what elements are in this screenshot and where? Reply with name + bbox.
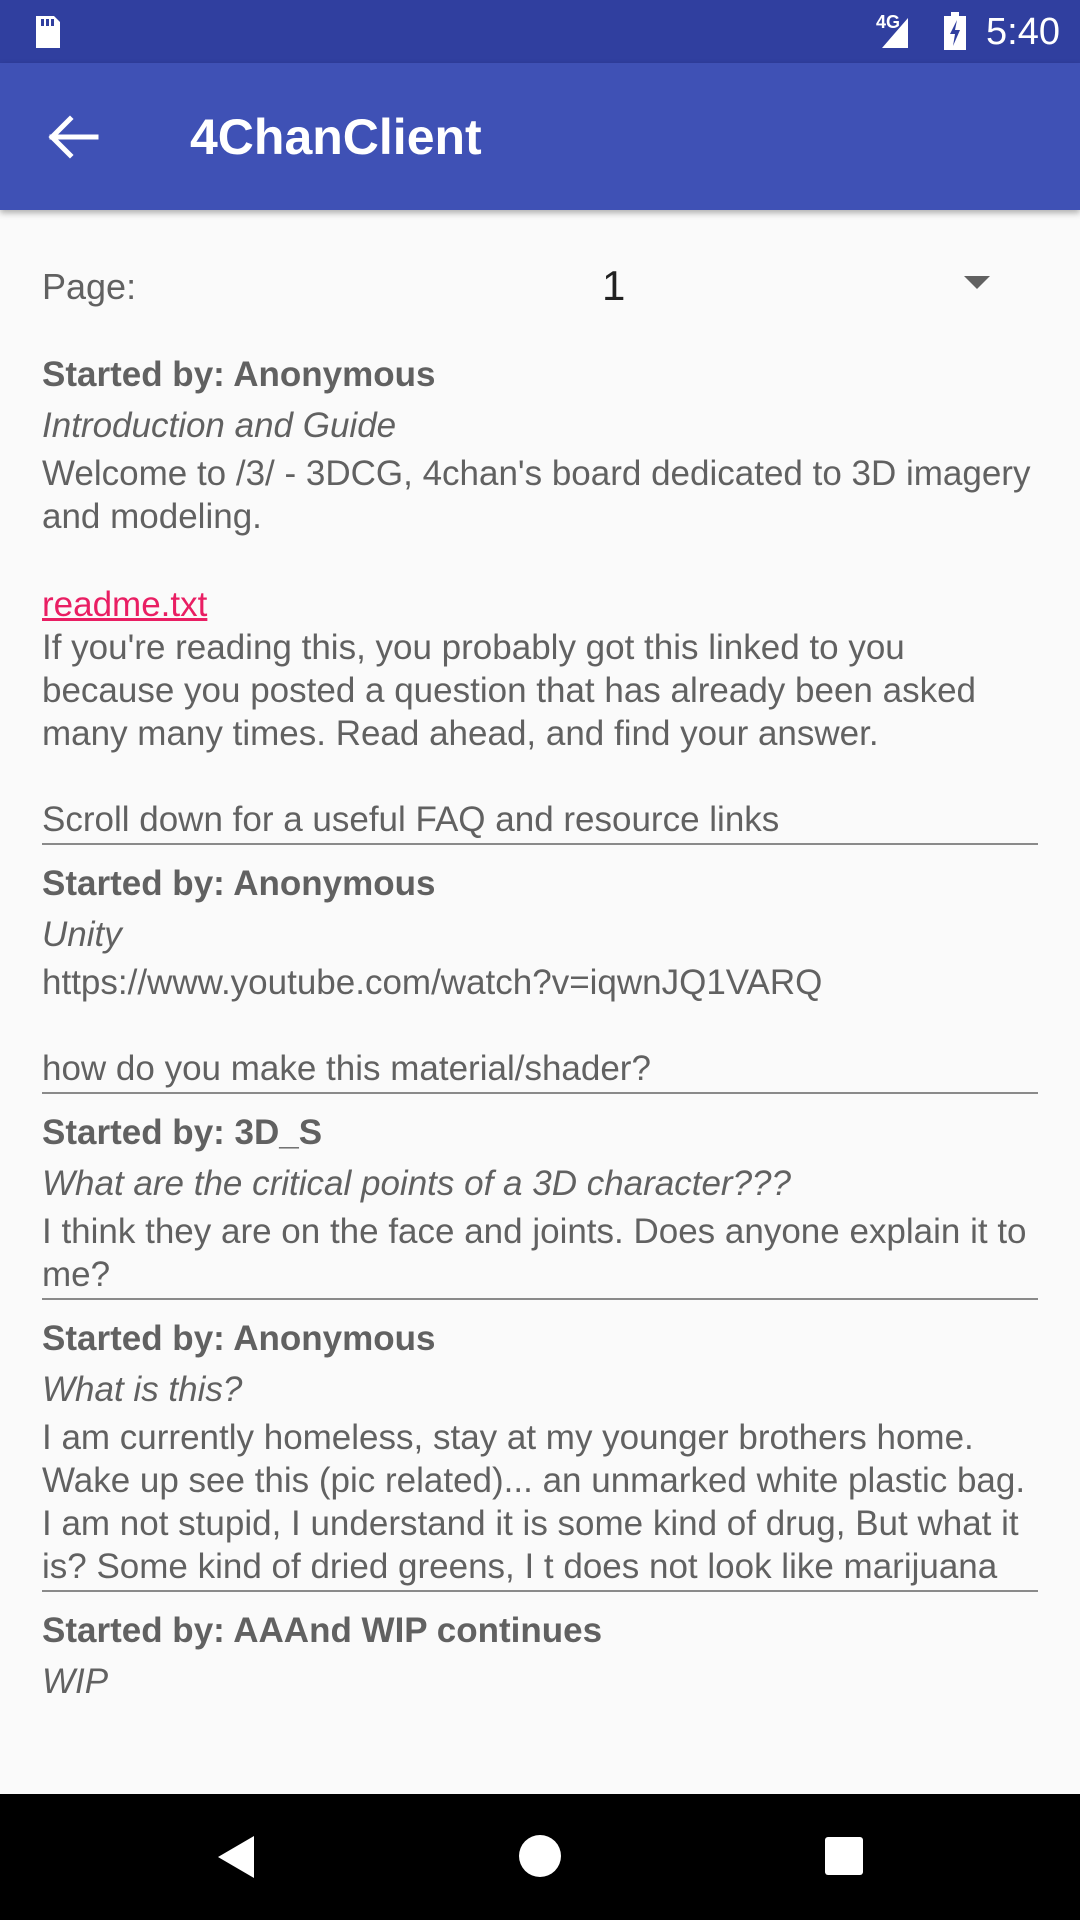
thread-title: WIP xyxy=(42,1662,109,1701)
thread-list: Page: 1 Started by: Anonymous Introducti… xyxy=(42,210,1038,1708)
thread-body: https://www.youtube.com/watch?v=iqwnJQ1V… xyxy=(42,963,823,1088)
thread-body: I am currently homeless, stay at my youn… xyxy=(42,1418,1035,1586)
signal-icon xyxy=(882,18,908,48)
thread-body: Welcome to /3/ - 3DCG, 4chan's board ded… xyxy=(42,454,1041,536)
dropdown-arrow-icon xyxy=(964,276,990,289)
page-selector-row: Page: 1 xyxy=(42,210,1038,362)
thread-title: What are the critical points of a 3D cha… xyxy=(42,1164,791,1203)
thread-item[interactable]: Started by: Anonymous Introduction and G… xyxy=(42,350,1038,845)
readme-link[interactable]: readme.txt xyxy=(42,583,1038,626)
arrow-back-icon xyxy=(48,115,99,159)
page-dropdown-value: 1 xyxy=(602,262,626,309)
navigation-bar xyxy=(0,1794,1080,1920)
thread-body: If you're reading this, you probably got… xyxy=(42,628,977,839)
page-label: Page: xyxy=(42,266,137,307)
thread-title: Introduction and Guide xyxy=(42,406,397,445)
page-dropdown[interactable]: 1 xyxy=(542,250,1038,320)
thread-title: What is this? xyxy=(42,1370,243,1409)
thread-author: Started by: AAAnd WIP continues xyxy=(42,1611,603,1650)
thread-author: Started by: 3D_S xyxy=(42,1113,323,1152)
clock: 5:40 xyxy=(986,11,1060,53)
thread-body: I think they are on the face and joints.… xyxy=(42,1212,1037,1294)
nav-home-icon[interactable] xyxy=(518,1834,562,1878)
back-button[interactable] xyxy=(36,103,112,171)
thread-item[interactable]: Started by: 3D_S What are the critical p… xyxy=(42,1108,1038,1300)
app-bar: 4ChanClient xyxy=(0,63,1080,210)
thread-item[interactable]: Started by: Anonymous What is this? I am… xyxy=(42,1314,1038,1592)
sd-card-icon xyxy=(36,16,60,48)
nav-back-icon[interactable] xyxy=(216,1834,256,1880)
thread-author: Started by: Anonymous xyxy=(42,1319,436,1358)
thread-item[interactable]: Started by: Anonymous Unity https://www.… xyxy=(42,859,1038,1094)
status-bar: 4G 5:40 xyxy=(0,0,1080,63)
battery-charging-icon xyxy=(944,12,966,50)
nav-recents-icon[interactable] xyxy=(824,1836,864,1876)
thread-title: Unity xyxy=(42,915,122,954)
thread-item[interactable]: Started by: AAAnd WIP continues WIP xyxy=(42,1606,1038,1708)
app-title: 4ChanClient xyxy=(190,109,482,165)
thread-author: Started by: Anonymous xyxy=(42,864,436,903)
